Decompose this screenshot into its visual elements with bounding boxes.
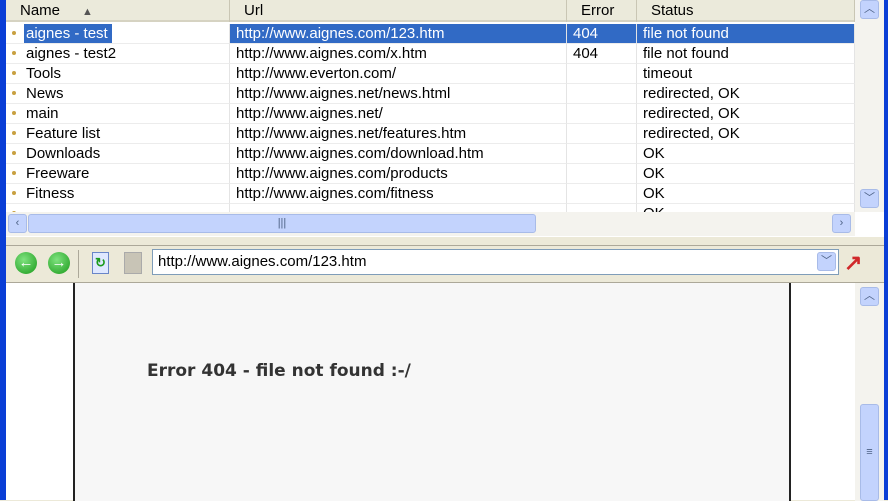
table-row[interactable]: Feature list http://www.aignes.net/featur…: [6, 124, 855, 144]
preview-page-content: Error 404 - file not found :-/: [73, 283, 791, 501]
back-icon[interactable]: ←: [15, 252, 37, 274]
list-header: Name ▲ Url Error Status: [6, 0, 855, 22]
table-row[interactable]: main http://www.aignes.net/redirected, OK: [6, 104, 855, 124]
scroll-right-button[interactable]: ›: [832, 214, 851, 233]
bookmark-icon: [12, 190, 16, 195]
preview-vertical-scrollbar[interactable]: ︿ ≡: [855, 283, 884, 501]
row-name: aignes - test: [24, 24, 112, 43]
cell-name: Fitness: [6, 184, 230, 204]
table-row[interactable]: News http://www.aignes.net/news.html redir…: [6, 84, 855, 104]
cell-name: News: [6, 84, 230, 104]
cell-url: http://www.everton.com/: [230, 64, 567, 84]
window-border-right: [884, 0, 888, 500]
forward-icon[interactable]: →: [48, 252, 70, 274]
bookmark-icon: [12, 170, 16, 175]
table-row[interactable]: Freeware http://www.aignes.com/products OK: [6, 164, 855, 184]
row-name: main: [26, 105, 59, 122]
cell-name: aignes - test2: [6, 44, 230, 64]
cell-error: [567, 64, 637, 84]
row-name: Freeware: [26, 165, 90, 182]
cell-error: [567, 124, 637, 144]
scroll-down-button[interactable]: ﹀: [860, 189, 879, 208]
list-horizontal-scrollbar[interactable]: ‹ ||| ›: [6, 212, 855, 236]
cell-status: timeout: [637, 64, 855, 84]
cell-status: redirected, OK: [637, 124, 855, 144]
cell-url: http://www.aignes.com/123.htm: [230, 24, 567, 44]
row-name: Feature list: [26, 125, 101, 142]
table-row[interactable]: Downloads http://www.aignes.com/download.…: [6, 144, 855, 164]
cell-url: http://www.aignes.com/products: [230, 164, 567, 184]
preview-scroll-thumb[interactable]: ≡: [860, 404, 879, 501]
splitter[interactable]: [6, 236, 884, 246]
cell-url: http://www.aignes.com/x.htm: [230, 44, 567, 64]
row-name: Fitness: [26, 185, 75, 202]
bookmark-icon: [12, 130, 16, 135]
cell-status: file not found: [637, 44, 855, 64]
url-input[interactable]: http://www.aignes.com/123.htm ﹀: [152, 249, 839, 275]
cell-url: http://www.aignes.net/: [230, 104, 567, 124]
column-header-name[interactable]: Name ▲: [6, 0, 230, 22]
column-label: Name: [20, 2, 61, 19]
cell-error: [567, 184, 637, 204]
toolbar-divider: [78, 250, 79, 278]
column-header-error[interactable]: Error: [567, 0, 637, 22]
cell-error: [567, 144, 637, 164]
page-icon[interactable]: [124, 252, 142, 274]
cell-status: OK: [637, 144, 855, 164]
cell-url: http://www.aignes.com/download.htm: [230, 144, 567, 164]
scroll-thumb[interactable]: |||: [28, 214, 536, 233]
scroll-left-button[interactable]: ‹: [8, 214, 27, 233]
sort-ascending-icon: ▲: [82, 6, 93, 18]
bookmark-icon: [12, 90, 16, 95]
cell-name: Freeware: [6, 164, 230, 184]
url-value: http://www.aignes.com/123.htm: [158, 253, 367, 270]
cell-url: http://www.aignes.net/news.html: [230, 84, 567, 104]
row-name: aignes - test2: [26, 45, 117, 62]
cell-status: redirected, OK: [637, 84, 855, 104]
bookmark-icon: [12, 70, 16, 75]
preview-scroll-up-button[interactable]: ︿: [860, 287, 879, 306]
table-row[interactable]: Tools http://www.everton.com/timeout: [6, 64, 855, 84]
error-message: Error 404 - file not found :-/: [147, 361, 411, 381]
open-in-browser-icon[interactable]: ↗: [844, 250, 862, 276]
column-header-url[interactable]: Url: [230, 0, 567, 22]
browser-toolbar: ← → ↻ http://www.aignes.com/123.htm ﹀ ↗: [6, 246, 884, 282]
page-preview: Error 404 - file not found :-/ ︿ ≡: [6, 282, 884, 501]
cell-url: http://www.aignes.net/features.htm: [230, 124, 567, 144]
cell-error: 404: [567, 44, 637, 64]
row-name: Tools: [26, 65, 62, 82]
table-row[interactable]: aignes - test2 http://www.aignes.com/x.ht…: [6, 44, 855, 64]
bookmark-list: Name ▲ Url Error Status aignes - test http…: [6, 0, 884, 236]
cell-name: Tools: [6, 64, 230, 84]
cell-name: Feature list: [6, 124, 230, 144]
cell-error: [567, 104, 637, 124]
cell-status: redirected, OK: [637, 104, 855, 124]
cell-error: [567, 84, 637, 104]
table-row[interactable]: Fitness http://www.aignes.com/fitness OK: [6, 184, 855, 204]
cell-url: http://www.aignes.com/fitness: [230, 184, 567, 204]
cell-name: main: [6, 104, 230, 124]
list-vertical-scrollbar[interactable]: ︿ ﹀: [855, 0, 884, 212]
scroll-up-button[interactable]: ︿: [860, 0, 879, 19]
cell-name: Downloads: [6, 144, 230, 164]
cell-status: OK: [637, 164, 855, 184]
cell-error: [567, 164, 637, 184]
refresh-icon[interactable]: ↻: [92, 252, 109, 274]
bookmark-icon: [12, 50, 16, 55]
bookmark-icon: [12, 150, 16, 155]
bookmark-icon: [12, 110, 16, 115]
row-name: Downloads: [26, 145, 101, 162]
row-name: News: [26, 85, 64, 102]
table-row[interactable]: aignes - test http://www.aignes.com/123.h…: [6, 24, 855, 44]
url-dropdown-button[interactable]: ﹀: [817, 252, 836, 271]
cell-name: aignes - test: [6, 24, 230, 44]
cell-error: 404: [567, 24, 637, 44]
cell-status: file not found: [637, 24, 855, 44]
cell-status: OK: [637, 184, 855, 204]
column-header-status[interactable]: Status: [637, 0, 855, 22]
bookmark-icon: [12, 30, 16, 35]
